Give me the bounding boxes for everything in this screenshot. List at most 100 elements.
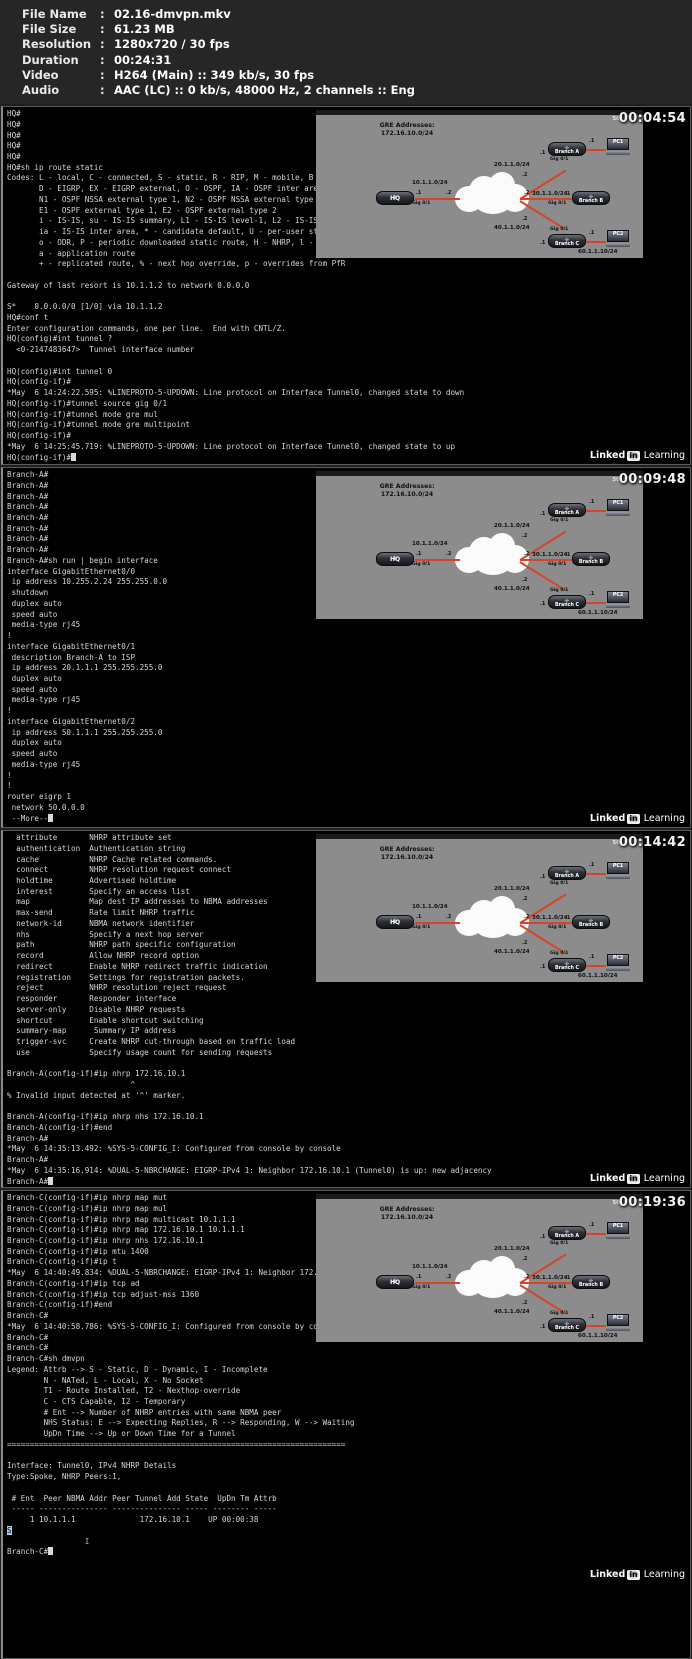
router-hq: ✛ HQ — [376, 552, 414, 567]
iface-label-branch-c: Gig 0/1 — [550, 951, 569, 957]
gre-address-label: GRE Addresses: 172.16.10.0/24 — [352, 122, 462, 138]
metadata-colon: : — [100, 82, 105, 97]
octet-branch-b: .1 — [565, 915, 571, 922]
subnet-label-20: 20.1.1.0/24 — [494, 523, 530, 530]
watermark-linked: Linked — [589, 813, 626, 825]
metadata-key: Video — [22, 67, 59, 82]
metadata-key: Audio — [22, 82, 60, 97]
subnet-label-40: 40.1.1.0/24 — [494, 225, 530, 232]
pc1-label: PC1 — [612, 1224, 624, 1230]
router-label-branch-b: Branch B — [578, 922, 604, 928]
router-label-hq: HQ — [389, 556, 401, 564]
metadata-row: Audio : AAC (LC) :: 0 kb/s, 48000 Hz, 2 … — [22, 83, 692, 98]
router-label-branch-c: Branch C — [554, 602, 580, 608]
pc2-label: PC2 — [612, 956, 624, 962]
octet-cloud-c: .2 — [522, 577, 528, 584]
gre-address-label: GRE Addresses: 172.16.10.0/24 — [352, 1206, 462, 1222]
subnet-label-60: 60.1.1.10/24 — [578, 973, 618, 980]
text-cursor — [71, 452, 77, 461]
link-cloud-branch-b — [520, 922, 572, 924]
pc2-icon: PC2 — [606, 1314, 630, 1331]
octet-pc1: .1 — [589, 138, 595, 145]
router-hq: ✛ HQ — [376, 191, 414, 206]
router-label-branch-c: Branch C — [554, 1325, 580, 1331]
router-label-branch-a: Branch A — [554, 873, 580, 879]
octet-branch-a: .1 — [540, 1234, 546, 1241]
linkedin-in-icon: in — [627, 813, 640, 824]
linkedin-learning-watermark: Linked in Learning — [590, 1173, 685, 1184]
metadata-row: File Size : 61.23 MB — [22, 22, 692, 37]
pc1-label: PC1 — [612, 501, 624, 507]
gre-subnet: 172.16.10.0/24 — [380, 130, 434, 138]
octet-branch-c: .1 — [540, 240, 546, 247]
terminal-lines: Branch-A# Branch-A# Branch-A# Branch-A# … — [7, 470, 168, 812]
gre-subnet: 172.16.10.0/24 — [380, 491, 434, 499]
metadata-row: Duration : 00:24:31 — [22, 53, 692, 68]
metadata-value-audio: AAC (LC) :: 0 kb/s, 48000 Hz, 2 channels… — [114, 82, 415, 97]
gre-address-label: GRE Addresses: 172.16.10.0/24 — [352, 846, 462, 862]
linkedin-in-icon: in — [627, 1569, 640, 1580]
link-cloud-branch-b — [520, 198, 572, 200]
iface-label-branch-b: Gig 0/1 — [548, 925, 567, 931]
octet-pc2: .1 — [589, 230, 595, 237]
watermark-linked: Linked — [589, 450, 626, 462]
metadata-value-file-size: 61.23 MB — [114, 22, 175, 37]
router-branch-a: ✛ Branch A — [548, 866, 586, 881]
subnet-label-10: 10.1.1.0/24 — [412, 1264, 448, 1271]
router-label-hq: HQ — [389, 195, 401, 203]
video-thumbnail-panel-4: Branch-C(config-if)#ip nhrp map mut Bran… — [1, 1190, 691, 1659]
gre-title: GRE Addresses: — [379, 1206, 435, 1214]
terminal-prompt: Branch-A# — [7, 1176, 49, 1186]
watermark-learning: Learning — [643, 813, 685, 825]
router-label-branch-a: Branch A — [554, 510, 580, 516]
router-branch-c: ✛ Branch C — [548, 595, 586, 610]
octet-hq: .1 — [416, 914, 422, 921]
octet-cloud-a: .2 — [522, 533, 528, 540]
octet-cloud-c: .2 — [522, 216, 528, 223]
video-timestamp-3: 00:14:42 — [618, 835, 686, 851]
diagram-letterbox — [316, 471, 643, 477]
octet-cloud-b: .2 — [524, 190, 530, 197]
octet-pc2: .1 — [589, 1314, 595, 1321]
mouse-ibeam-cursor: I — [7, 1536, 90, 1546]
router-label-branch-c: Branch C — [554, 241, 580, 247]
octet-branch-a: .1 — [540, 511, 546, 518]
router-branch-b: ✛ Branch B — [572, 915, 610, 930]
link-cloud-branch-b — [520, 559, 572, 561]
linkedin-learning-watermark: Linked in Learning — [590, 813, 685, 824]
subnet-label-40: 40.1.1.0/24 — [494, 586, 530, 593]
octet-branch-b: .1 — [565, 552, 571, 559]
network-topology-diagram-3: GRE Addresses: 172.16.10.0/24 ✛ HQ ✛ Bra… — [316, 834, 643, 983]
video-timestamp-2: 00:09:48 — [618, 472, 686, 488]
router-branch-a: ✛ Branch A — [548, 1226, 586, 1241]
iface-label-branch-c: Gig 0/1 — [550, 227, 569, 233]
octet-cloud-c: .2 — [522, 1300, 528, 1307]
metadata-colon: : — [100, 7, 105, 21]
text-cursor — [48, 1176, 54, 1185]
metadata-key: File Size — [22, 22, 77, 37]
iface-label-hq: Gig 0/1 — [412, 1285, 431, 1291]
video-thumbnail-panel-3: attribute NHRP attribute set authenticat… — [1, 830, 691, 1189]
octet-pc2: .1 — [589, 591, 595, 598]
octet-hq: .1 — [416, 1274, 422, 1281]
gre-title: GRE Addresses: — [379, 483, 435, 491]
pc2-icon: PC2 — [606, 230, 630, 247]
metadata-value-file-name: 02.16-dmvpn.mkv — [114, 7, 231, 21]
network-topology-diagram-1: GRE Addresses: 172.16.10.0/24 ✛ HQ ✛ Bra… — [316, 110, 643, 259]
octet-branch-c: .1 — [540, 1324, 546, 1331]
link-hq-cloud — [415, 559, 460, 561]
iface-label-hq: Gig 0/1 — [412, 201, 431, 207]
metadata-row: File Name : 02.16-dmvpn.mkv — [22, 7, 692, 22]
router-label-branch-b: Branch B — [578, 559, 604, 565]
subnet-label-30: 30.1.1.0/24 — [532, 191, 568, 198]
octet-pc2: .1 — [589, 954, 595, 961]
router-label-branch-b: Branch B — [578, 1282, 604, 1288]
watermark-learning: Learning — [643, 450, 685, 462]
subnet-label-60: 60.1.1.10/24 — [578, 249, 618, 256]
octet-cloud-hq: .2 — [446, 914, 452, 921]
router-branch-b: ✛ Branch B — [572, 191, 610, 206]
octet-branch-b: .1 — [565, 1275, 571, 1282]
octet-cloud-b: .2 — [524, 914, 530, 921]
octet-branch-c: .1 — [540, 964, 546, 971]
linkedin-learning-watermark: Linked in Learning — [590, 1569, 685, 1580]
